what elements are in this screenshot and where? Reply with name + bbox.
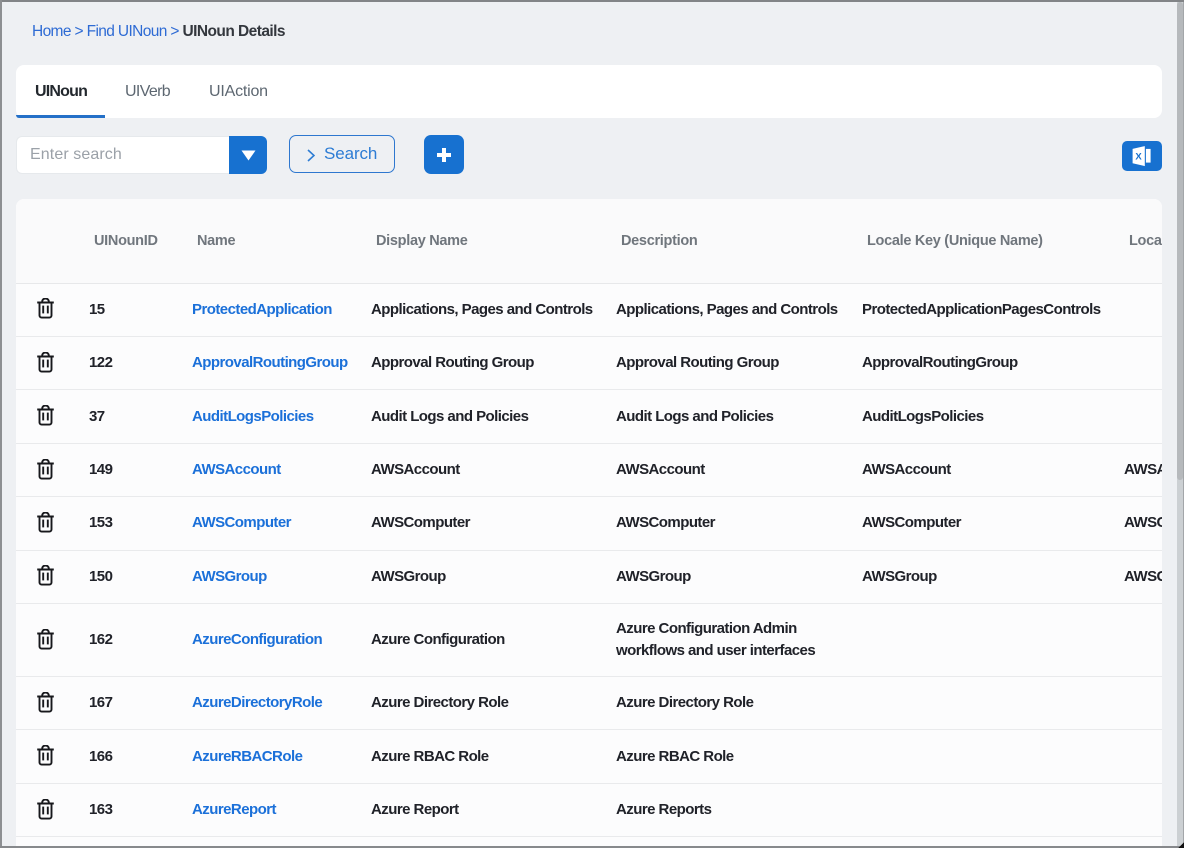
svg-text:X: X [1135,152,1142,163]
